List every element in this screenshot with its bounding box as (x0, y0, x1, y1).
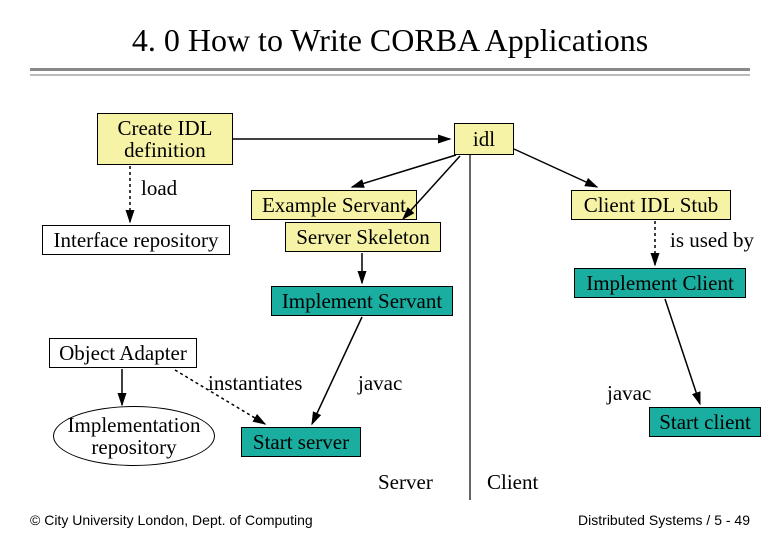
box-server-skeleton: Server Skeleton (285, 222, 441, 252)
label-client-column: Client (487, 470, 538, 495)
box-create-idl-definition: Create IDL definition (97, 113, 233, 165)
slide: 4. 0 How to Write CORBA Applications Cre… (0, 0, 780, 540)
box-example-servant: Example Servant (251, 190, 417, 220)
ellipse-implementation-repository: Implementation repository (53, 406, 215, 466)
box-start-server: Start server (241, 427, 361, 457)
box-implement-client: Implement Client (574, 268, 746, 298)
box-start-client: Start client (649, 407, 761, 437)
footer-right: Distributed Systems / 5 - 49 (578, 512, 750, 528)
box-implement-servant: Implement Servant (271, 286, 453, 316)
box-interface-repository: Interface repository (42, 225, 230, 255)
label-load: load (141, 176, 177, 201)
box-client-idl-stub: Client IDL Stub (571, 190, 731, 220)
title-rule-top (30, 68, 750, 71)
label-javac-server: javac (358, 371, 402, 396)
box-object-adapter: Object Adapter (49, 338, 197, 368)
slide-title: 4. 0 How to Write CORBA Applications (0, 22, 780, 59)
label-server-column: Server (378, 470, 433, 495)
label-javac-client: javac (607, 381, 651, 406)
title-rule-bottom (30, 74, 750, 76)
label-is-used-by: is used by (670, 228, 754, 253)
label-instantiates: instantiates (208, 371, 302, 396)
box-idl: idl (454, 123, 514, 155)
footer-left: © City University London, Dept. of Compu… (30, 512, 313, 528)
